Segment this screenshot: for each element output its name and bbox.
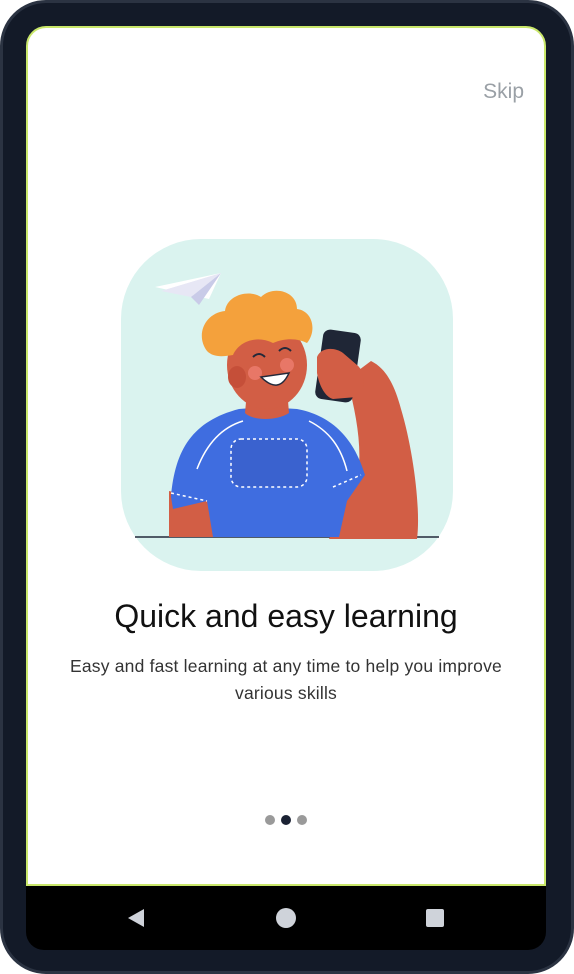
- onboarding-title: Quick and easy learning: [114, 598, 458, 634]
- back-button[interactable]: [120, 902, 152, 934]
- home-button[interactable]: [270, 902, 302, 934]
- page-dot[interactable]: [297, 815, 307, 825]
- page-indicator: [28, 815, 544, 825]
- back-triangle-icon: [128, 909, 144, 927]
- skip-button[interactable]: Skip: [483, 80, 524, 104]
- student-with-phone-illustration: [121, 239, 453, 571]
- system-navigation-bar: [26, 886, 546, 950]
- recents-square-icon: [426, 909, 444, 927]
- onboarding-subtitle: Easy and fast learning at any time to he…: [69, 656, 502, 703]
- recents-button[interactable]: [419, 902, 451, 934]
- onboarding-screen: Skip Quick and easy learning Easy and fa…: [26, 26, 546, 886]
- home-circle-icon: [276, 908, 296, 928]
- page-dot[interactable]: [265, 815, 275, 825]
- page-dot-active[interactable]: [281, 815, 291, 825]
